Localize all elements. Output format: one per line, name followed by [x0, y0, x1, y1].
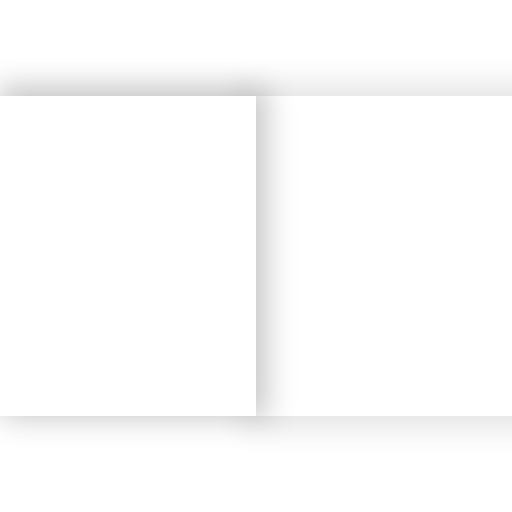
card-front[interactable]	[0, 96, 256, 416]
canvas: D C	[0, 0, 512, 512]
card-back[interactable]	[256, 96, 512, 416]
